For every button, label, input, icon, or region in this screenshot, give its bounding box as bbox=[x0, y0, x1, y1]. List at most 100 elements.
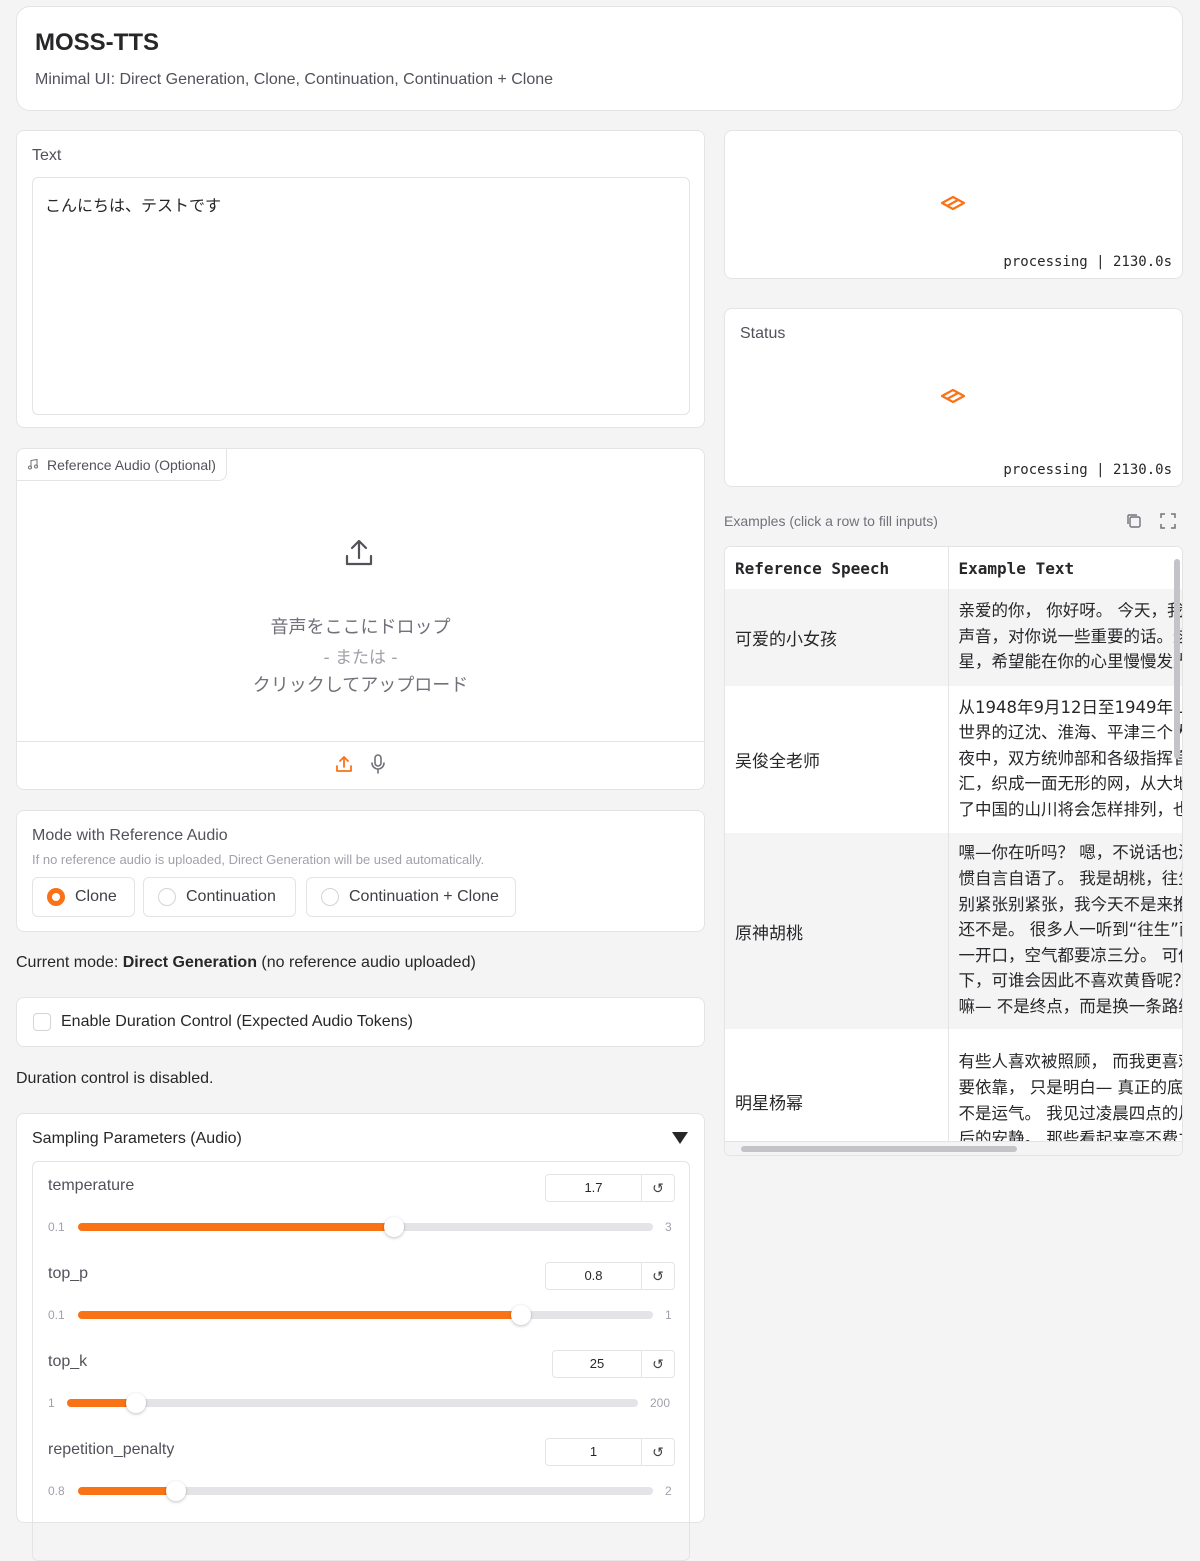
collapse-triangle-icon[interactable] bbox=[672, 1132, 688, 1144]
slider-track[interactable] bbox=[67, 1393, 638, 1413]
copy-icon[interactable] bbox=[1125, 512, 1143, 535]
text-line: 汇，织成一面无形的网，从大地的深处 bbox=[958, 774, 1183, 794]
example-text-cell[interactable]: 亲爱的你， 你好呀。 今天，我想用我最 声音，对你说一些重要的话。这些话， 星，… bbox=[948, 589, 1183, 686]
examples-table-panel: Reference Speech Example Text 可爱的小女孩 亲爱的… bbox=[724, 546, 1183, 1156]
radio-selected-icon bbox=[47, 888, 65, 906]
reset-icon[interactable]: ↺ bbox=[641, 1351, 674, 1377]
slider-track[interactable] bbox=[78, 1481, 653, 1501]
slider-name: top_k bbox=[48, 1353, 88, 1370]
top-k-number-input[interactable]: 25 ↺ bbox=[552, 1350, 675, 1378]
slider-track[interactable] bbox=[78, 1217, 653, 1237]
mode-option-continuation[interactable]: Continuation bbox=[143, 877, 296, 917]
reference-audio-panel: Reference Audio (Optional) 音声をここにドロップ - … bbox=[16, 448, 705, 790]
slider-max: 200 bbox=[650, 1396, 671, 1410]
mode-option-label: Clone bbox=[75, 888, 117, 905]
slider-name: repetition_penalty bbox=[48, 1441, 175, 1458]
upload-source-icon[interactable] bbox=[334, 754, 354, 779]
slider-handle[interactable] bbox=[510, 1305, 531, 1325]
app-title: MOSS-TTS bbox=[35, 29, 159, 56]
fullscreen-icon[interactable] bbox=[1159, 512, 1177, 535]
text-line: 从1948年9月12日至1949年1月31日 bbox=[958, 697, 1183, 717]
current-mode-value: Direct Generation bbox=[122, 954, 257, 971]
slider-handle[interactable] bbox=[165, 1481, 186, 1501]
slider-min: 1 bbox=[48, 1396, 55, 1410]
loading-spinner-icon bbox=[939, 387, 967, 410]
text-input-panel: Text bbox=[16, 130, 705, 428]
horizontal-scrollbar[interactable] bbox=[725, 1141, 1182, 1155]
status-label: Status bbox=[740, 325, 786, 342]
table-row[interactable]: 可爱的小女孩 亲爱的你， 你好呀。 今天，我想用我最 声音，对你说一些重要的话。… bbox=[725, 589, 1183, 686]
slider-handle[interactable] bbox=[125, 1393, 146, 1413]
slider-name: top_p bbox=[48, 1265, 89, 1282]
number-value[interactable]: 1 bbox=[546, 1439, 641, 1465]
app-header: MOSS-TTS Minimal UI: Direct Generation, … bbox=[16, 6, 1183, 111]
slider-fill bbox=[78, 1311, 521, 1319]
output-audio-panel: processing | 2130.0s bbox=[724, 130, 1183, 279]
mode-option-continuation-clone[interactable]: Continuation + Clone bbox=[306, 877, 516, 917]
click-upload-instruction: クリックしてアップロード bbox=[252, 675, 469, 696]
status-panel: Status processing | 2130.0s bbox=[724, 308, 1183, 487]
reference-speech-cell[interactable]: 吴俊全老师 bbox=[725, 686, 949, 833]
text-line: 亲爱的你， 你好呀。 今天，我想用我最 bbox=[958, 601, 1183, 621]
sampling-title[interactable]: Sampling Parameters (Audio) bbox=[32, 1130, 242, 1148]
checkbox-icon[interactable] bbox=[33, 1013, 51, 1031]
reset-icon[interactable]: ↺ bbox=[641, 1175, 674, 1201]
slider-repetition-penalty: repetition_penalty 1 ↺ 0.8 2 bbox=[33, 1426, 689, 1514]
reference-audio-label-tab: Reference Audio (Optional) bbox=[17, 449, 227, 481]
slider-name: temperature bbox=[48, 1177, 135, 1194]
text-line: 星，希望能在你的心里慢慢发光，照亮 bbox=[958, 652, 1183, 672]
duration-control-checkbox[interactable]: Enable Duration Control (Expected Audio … bbox=[16, 997, 705, 1047]
table-row[interactable]: 原神胡桃 嘿—你在听吗？ 嗯，不说话也没关系， 惯自言自语了。 我是胡桃，往生堂… bbox=[725, 833, 1183, 1029]
repetition-penalty-number-input[interactable]: 1 ↺ bbox=[545, 1438, 675, 1466]
vertical-scrollbar[interactable] bbox=[1174, 559, 1180, 759]
top-p-number-input[interactable]: 0.8 ↺ bbox=[545, 1262, 675, 1290]
text-input[interactable] bbox=[32, 177, 690, 415]
slider-track[interactable] bbox=[78, 1305, 653, 1325]
radio-unselected-icon bbox=[321, 888, 339, 906]
text-line: 声音，对你说一些重要的话。这些话， bbox=[958, 626, 1183, 646]
app-subtitle: Minimal UI: Direct Generation, Clone, Co… bbox=[35, 71, 554, 88]
column-header: Example Text bbox=[948, 547, 1182, 589]
processing-timer: processing | 2130.0s bbox=[1003, 462, 1172, 478]
microphone-icon[interactable] bbox=[368, 753, 388, 780]
text-line: 了中国的山川将会怎样排列，也决定了 bbox=[958, 799, 1183, 819]
reference-speech-cell[interactable]: 可爱的小女孩 bbox=[725, 589, 949, 686]
slider-handle[interactable] bbox=[384, 1217, 405, 1237]
table-row[interactable]: 吴俊全老师 从1948年9月12日至1949年1月31日 世界的辽沈、淮海、平津… bbox=[725, 686, 1183, 833]
mode-panel: Mode with Reference Audio If no referenc… bbox=[16, 810, 705, 932]
radio-unselected-icon bbox=[158, 888, 176, 906]
examples-table: Reference Speech Example Text 可爱的小女孩 亲爱的… bbox=[725, 547, 1183, 1155]
examples-toolbar bbox=[1125, 512, 1177, 535]
mode-option-label: Continuation bbox=[186, 888, 276, 905]
example-text-cell[interactable]: 嘿—你在听吗？ 嗯，不说话也没关系， 惯自言自语了。 我是胡桃，往生堂第七 别紧… bbox=[948, 833, 1183, 1029]
slider-min: 0.8 bbox=[48, 1484, 65, 1498]
drop-instruction: 音声をここにドロップ bbox=[270, 617, 451, 638]
sampling-parameters-body: temperature 1.7 ↺ 0.1 3 top_p 0.8 ↺ 0.1 … bbox=[32, 1161, 690, 1561]
text-line: 不是运气。 我见过凌晨四点的片场， 也 bbox=[958, 1103, 1183, 1123]
temperature-number-input[interactable]: 1.7 ↺ bbox=[545, 1174, 675, 1202]
slider-top-k: top_k 25 ↺ 1 200 bbox=[33, 1338, 689, 1426]
number-value[interactable]: 0.8 bbox=[546, 1263, 641, 1289]
loading-spinner-icon bbox=[939, 194, 967, 217]
audio-drop-zone[interactable]: 音声をここにドロップ - または - クリックしてアップロード bbox=[17, 481, 704, 741]
current-mode-prefix: Current mode: bbox=[16, 954, 123, 971]
slider-max: 1 bbox=[665, 1308, 672, 1322]
slider-min: 0.1 bbox=[48, 1220, 65, 1234]
number-value[interactable]: 1.7 bbox=[546, 1175, 641, 1201]
drop-or: - または - bbox=[323, 648, 398, 668]
reference-speech-cell[interactable]: 明星杨幂 bbox=[725, 1029, 949, 1155]
reset-icon[interactable]: ↺ bbox=[641, 1439, 674, 1465]
mode-option-clone[interactable]: Clone bbox=[32, 877, 135, 917]
example-text-cell[interactable]: 从1948年9月12日至1949年1月31日 世界的辽沈、淮海、平津三个大战役。… bbox=[948, 686, 1183, 833]
text-line: 嘛— 不是终点，而是换一条路继续走而 bbox=[958, 996, 1183, 1016]
slider-top-p: top_p 0.8 ↺ 0.1 1 bbox=[33, 1250, 689, 1338]
reset-icon[interactable]: ↺ bbox=[641, 1263, 674, 1289]
audio-source-toolbar bbox=[17, 741, 704, 790]
sampling-parameters-accordion: Sampling Parameters (Audio) temperature … bbox=[16, 1113, 705, 1561]
horizontal-scrollbar-thumb[interactable] bbox=[741, 1146, 1017, 1152]
example-text-cell[interactable]: 有些人喜欢被照顾， 而我更喜欢自己站 要依靠， 只是明白— 真正的底气，从来 不… bbox=[948, 1029, 1183, 1155]
reference-speech-cell[interactable]: 原神胡桃 bbox=[725, 833, 949, 1029]
table-row[interactable]: 明星杨幂 有些人喜欢被照顾， 而我更喜欢自己站 要依靠， 只是明白— 真正的底气… bbox=[725, 1029, 1183, 1155]
number-value[interactable]: 25 bbox=[553, 1351, 641, 1377]
slider-fill bbox=[78, 1487, 176, 1495]
